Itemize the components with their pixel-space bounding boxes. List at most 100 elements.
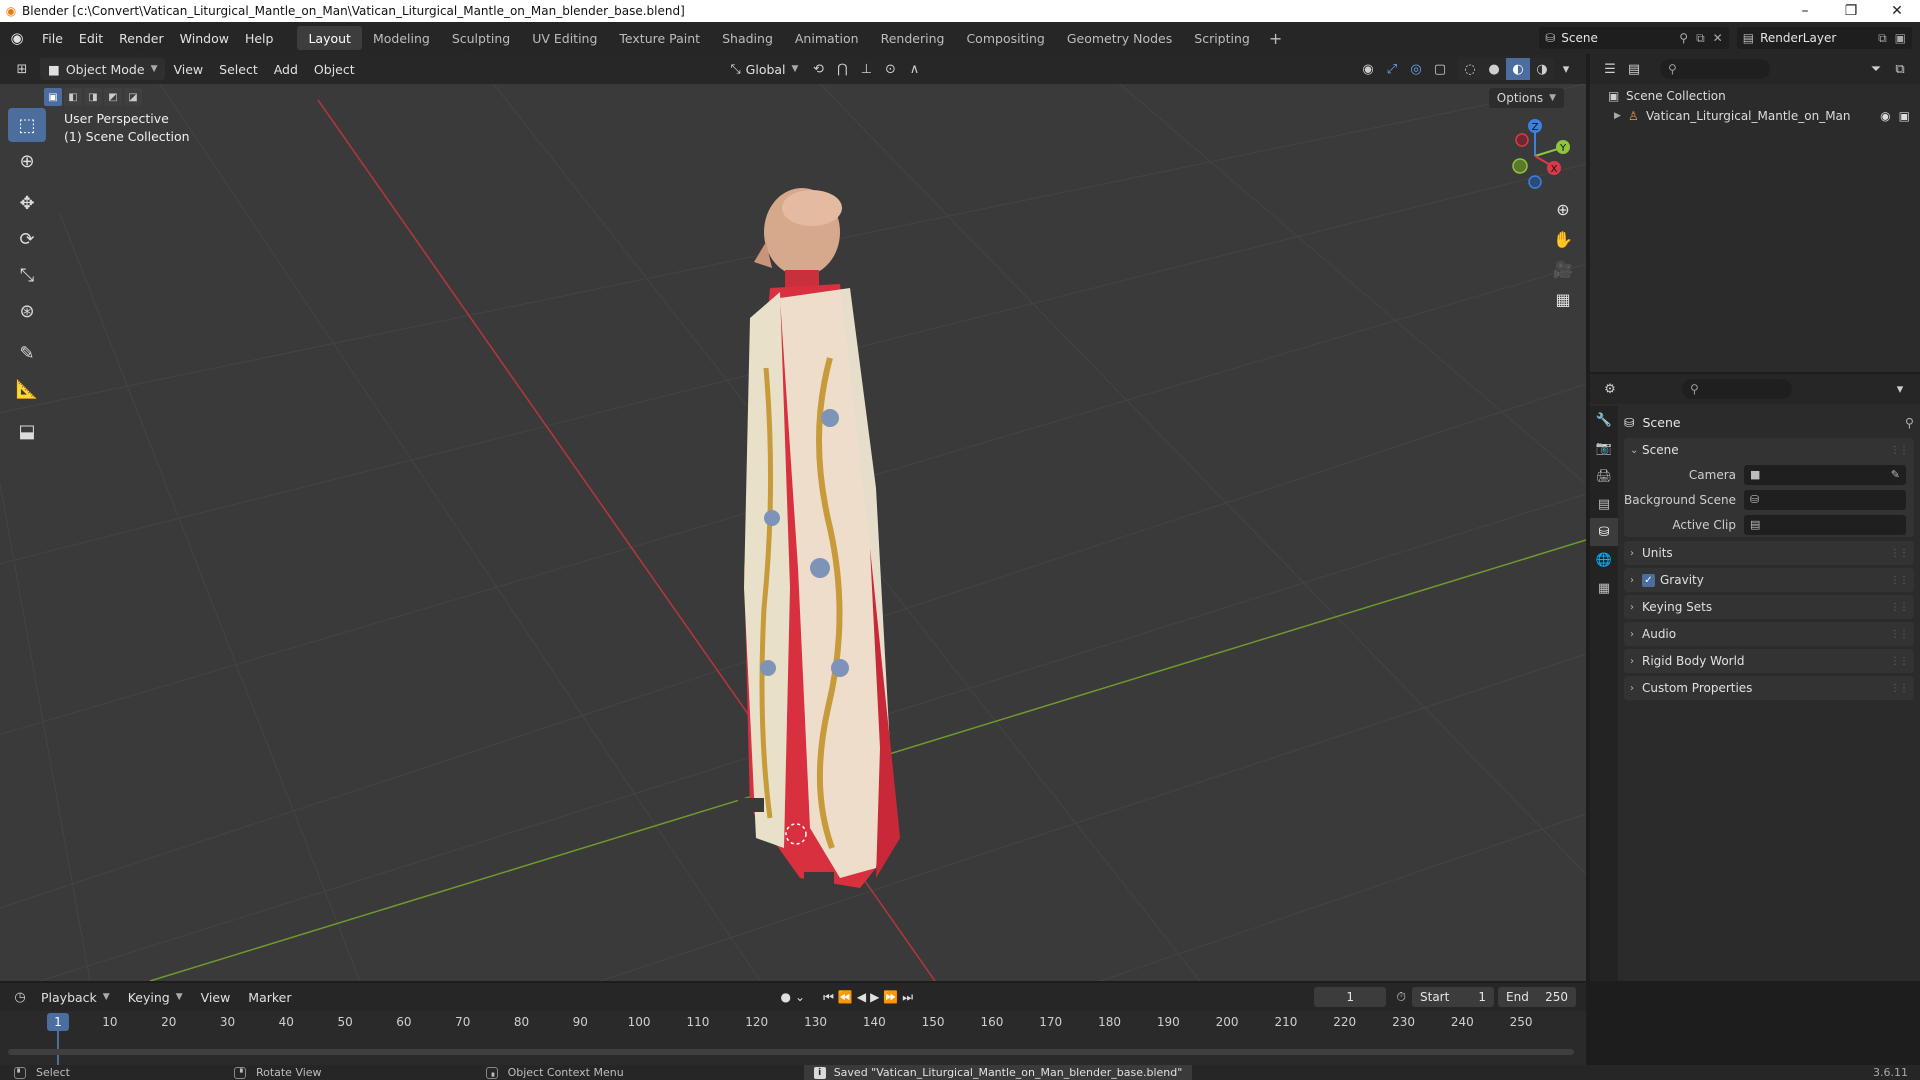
custom-properties-panel-header[interactable]: › Custom Properties ⋮⋮ xyxy=(1624,676,1914,700)
transform-tool-icon[interactable]: ⊛ xyxy=(8,294,46,328)
editor-type-icon[interactable]: ⊞ xyxy=(10,58,34,80)
properties-search-input[interactable]: ⚲ xyxy=(1682,379,1792,399)
current-frame-field[interactable]: 1 xyxy=(1314,987,1387,1007)
cursor-tool-icon[interactable]: ⊕ xyxy=(8,144,46,178)
scale-tool-icon[interactable]: ⤡ xyxy=(8,258,46,292)
xray-toggle-icon[interactable]: ▢ xyxy=(1428,58,1452,80)
rigid-body-world-panel-header[interactable]: › Rigid Body World ⋮⋮ xyxy=(1624,649,1914,673)
tab-scripting[interactable]: Scripting xyxy=(1183,26,1261,50)
menu-window[interactable]: Window xyxy=(172,31,237,46)
measure-tool-icon[interactable]: 📐 xyxy=(8,372,46,406)
audio-panel-header[interactable]: › Audio ⋮⋮ xyxy=(1624,622,1914,646)
select-subtract-icon[interactable]: ◨ xyxy=(84,88,102,106)
menu-render[interactable]: Render xyxy=(111,31,172,46)
drag-handle-icon[interactable]: ⋮⋮ xyxy=(1890,548,1914,559)
select-new-icon[interactable]: ▣ xyxy=(44,88,62,106)
delete-view-layer-icon[interactable]: ▣ xyxy=(1895,31,1906,45)
texture-tab-icon[interactable]: ▦ xyxy=(1590,574,1618,602)
tab-rendering[interactable]: Rendering xyxy=(870,26,956,50)
properties-options-chevron-icon[interactable]: ▾ xyxy=(1888,378,1912,400)
menu-playback[interactable]: Playback ▼ xyxy=(32,990,119,1005)
shading-options-chevron-icon[interactable]: ▾ xyxy=(1554,58,1578,80)
gravity-panel-header[interactable]: › ✓ Gravity ⋮⋮ xyxy=(1624,568,1914,592)
rendered-shading-icon[interactable]: ◑ xyxy=(1530,58,1554,80)
tab-animation[interactable]: Animation xyxy=(784,26,870,50)
active-clip-field[interactable]: ▤ xyxy=(1744,514,1906,535)
record-options-icon[interactable]: ⌄ xyxy=(795,990,805,1004)
timeline-editor-type-icon[interactable]: ◷ xyxy=(8,986,32,1008)
outliner-editor-type-icon[interactable]: ☰ xyxy=(1598,58,1622,80)
menu-timeline-view[interactable]: View xyxy=(192,990,240,1005)
view-layer-selector[interactable]: ▤ RenderLayer ⧉ ▣ xyxy=(1736,27,1912,49)
menu-object[interactable]: Object xyxy=(306,58,363,80)
drag-handle-icon[interactable]: ⋮⋮ xyxy=(1890,445,1914,456)
output-tab-icon[interactable]: 🖨 xyxy=(1590,462,1618,490)
add-workspace-icon[interactable]: + xyxy=(1261,29,1290,48)
add-cube-tool-icon[interactable]: ⬓ xyxy=(8,414,46,448)
gravity-checkbox[interactable]: ✓ xyxy=(1642,573,1655,587)
drag-handle-icon[interactable]: ⋮⋮ xyxy=(1890,683,1914,694)
menu-file[interactable]: File xyxy=(34,31,71,46)
delete-scene-icon[interactable]: ✕ xyxy=(1713,31,1723,45)
camera-field[interactable]: ■ ✎ xyxy=(1744,464,1906,485)
jump-end-icon[interactable]: ⏭ xyxy=(902,990,913,1005)
start-frame-field[interactable]: Start 1 xyxy=(1412,987,1494,1007)
blender-menu-icon[interactable]: ◉ xyxy=(0,29,34,47)
stopwatch-icon[interactable]: ⏱ xyxy=(1396,989,1406,1005)
camera-view-icon[interactable]: 🎥 xyxy=(1548,254,1578,284)
drag-handle-icon[interactable]: ⋮⋮ xyxy=(1890,629,1914,640)
tab-texture-paint[interactable]: Texture Paint xyxy=(608,26,711,50)
overlay-toggle-icon[interactable]: ◎ xyxy=(1404,58,1428,80)
frame-ruler[interactable]: 1102030405060708090100110120130140150160… xyxy=(0,1011,1586,1041)
pivot-point-icon[interactable]: ⟲ xyxy=(806,58,830,80)
eye-icon[interactable]: ◉ xyxy=(1880,109,1890,123)
units-panel-header[interactable]: › Units ⋮⋮ xyxy=(1624,541,1914,565)
play-icon[interactable]: ▶ xyxy=(870,990,879,1004)
visibility-icon[interactable]: ◉ xyxy=(1356,58,1380,80)
menu-add[interactable]: Add xyxy=(266,58,306,80)
drag-handle-icon[interactable]: ⋮⋮ xyxy=(1890,602,1914,613)
close-button[interactable]: ✕ xyxy=(1874,0,1920,22)
tab-geometry-nodes[interactable]: Geometry Nodes xyxy=(1056,26,1183,50)
outliner-item-row[interactable]: ▶ ♙ Vatican_Liturgical_Mantle_on_Man ◉ ▣ xyxy=(1590,106,1920,126)
select-box-tool-icon[interactable]: ⬚ xyxy=(8,108,46,142)
rotate-tool-icon[interactable]: ⟳ xyxy=(8,222,46,256)
record-icon[interactable]: ● xyxy=(781,990,791,1004)
minimize-button[interactable]: – xyxy=(1782,0,1828,22)
tab-layout[interactable]: Layout xyxy=(297,26,362,50)
playhead-frame-indicator[interactable]: 1 xyxy=(47,1013,69,1031)
tab-sculpting[interactable]: Sculpting xyxy=(441,26,521,50)
new-scene-icon[interactable]: ⧉ xyxy=(1696,31,1705,46)
tool-tab-icon[interactable]: 🔧 xyxy=(1590,406,1618,434)
new-collection-icon[interactable]: ⧉ xyxy=(1888,58,1912,80)
tab-uv-editing[interactable]: UV Editing xyxy=(521,26,608,50)
ortho-grid-icon[interactable]: ▦ xyxy=(1548,284,1578,314)
pan-hand-icon[interactable]: ✋ xyxy=(1548,224,1578,254)
navigation-gizmo[interactable]: Z Y X xyxy=(1490,114,1580,194)
world-tab-icon[interactable]: 🌐 xyxy=(1590,546,1618,574)
gizmo-toggle-icon[interactable]: ⤢ xyxy=(1380,58,1404,80)
mantle-figure-model[interactable] xyxy=(680,188,920,908)
prev-keyframe-icon[interactable]: ⏪ xyxy=(838,990,853,1004)
scene-panel-header[interactable]: ⌄ Scene ⋮⋮ xyxy=(1624,438,1914,462)
menu-keying[interactable]: Keying ▼ xyxy=(119,990,192,1005)
outliner-root-row[interactable]: ▣ Scene Collection xyxy=(1590,86,1920,106)
solid-shading-icon[interactable]: ● xyxy=(1482,58,1506,80)
wireframe-shading-icon[interactable]: ◌ xyxy=(1458,58,1482,80)
falloff-icon[interactable]: ∧ xyxy=(902,58,926,80)
maximize-button[interactable]: ❐ xyxy=(1828,0,1874,22)
play-reverse-icon[interactable]: ◀ xyxy=(857,990,866,1004)
new-view-layer-icon[interactable]: ⧉ xyxy=(1878,31,1887,46)
mode-selector[interactable]: ■ Object Mode ▼ xyxy=(40,58,166,80)
display-mode-icon[interactable]: ▤ xyxy=(1622,58,1646,80)
filter-icon[interactable]: ⏷ xyxy=(1864,58,1888,80)
end-frame-field[interactable]: End 250 xyxy=(1498,987,1576,1007)
properties-editor-type-icon[interactable]: ⚙ xyxy=(1598,378,1622,400)
pin-icon[interactable]: ⚲ xyxy=(1679,31,1688,45)
menu-view[interactable]: View xyxy=(165,58,211,80)
camera-render-icon[interactable]: ▣ xyxy=(1899,109,1910,123)
zoom-icon[interactable]: ⊕ xyxy=(1548,194,1578,224)
scene-tab-icon[interactable]: ⛁ xyxy=(1590,518,1618,546)
tab-compositing[interactable]: Compositing xyxy=(955,26,1055,50)
select-extend-icon[interactable]: ◧ xyxy=(64,88,82,106)
